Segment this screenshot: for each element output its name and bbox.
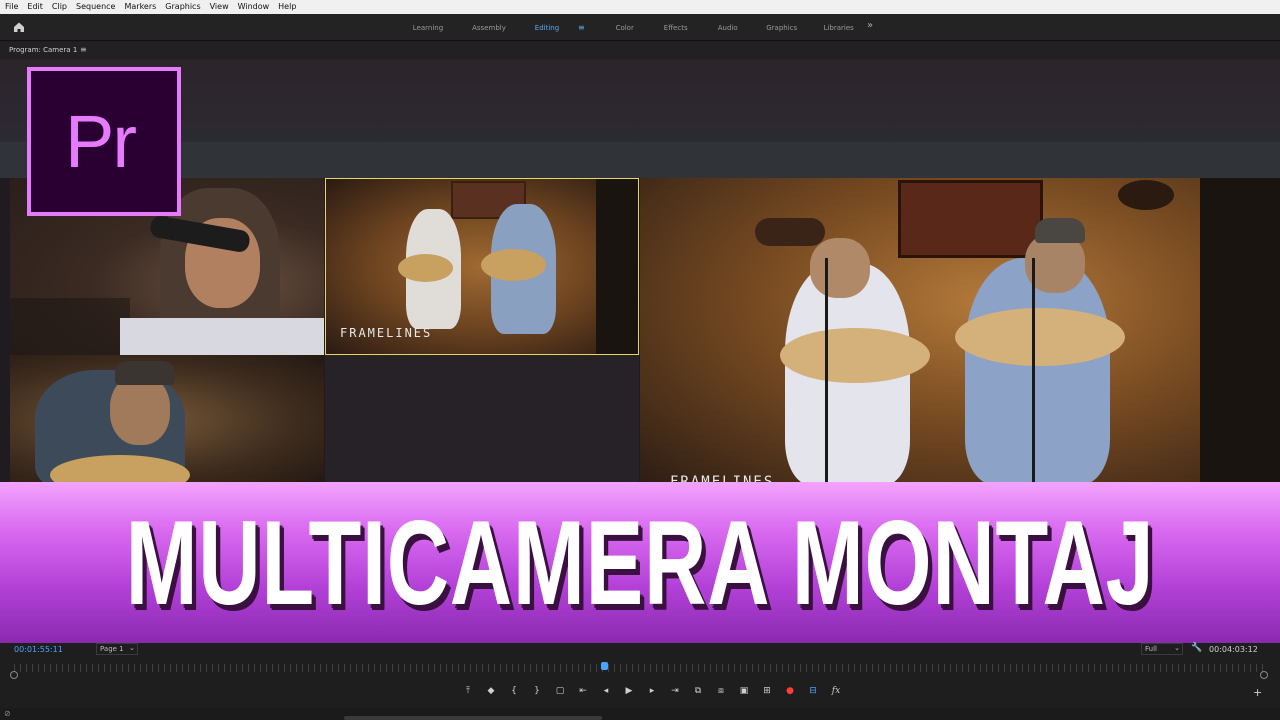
- guitar-1: [780, 328, 930, 383]
- tab-libraries[interactable]: Libraries: [809, 24, 869, 32]
- menu-item-clip[interactable]: Clip: [52, 0, 67, 14]
- menu-bar: File Edit Clip Sequence Markers Graphics View W…: [0, 0, 1280, 14]
- wall-picture: [898, 180, 1043, 258]
- camera-3-preview[interactable]: [10, 355, 324, 485]
- home-icon[interactable]: [12, 20, 26, 34]
- mic-stand: [825, 258, 828, 485]
- guitar-2: [481, 249, 546, 281]
- tab-assembly[interactable]: Assembly: [456, 24, 522, 32]
- framelines-watermark: FRAMELINES: [340, 326, 433, 340]
- mic-stand: [1032, 258, 1035, 485]
- overwrite-icon[interactable]: ⧈: [715, 685, 727, 697]
- settings-wrench-icon[interactable]: 🔧: [1191, 643, 1202, 653]
- mark-in-icon[interactable]: {: [508, 685, 520, 697]
- menu-item-view[interactable]: View: [210, 0, 229, 14]
- button-editor-icon[interactable]: ⊞: [761, 685, 773, 697]
- go-to-out-icon[interactable]: ⇥: [669, 685, 681, 697]
- panel-title[interactable]: Program: Camera 1: [9, 46, 77, 54]
- wall-sign: [755, 218, 825, 246]
- status-bar: ⊘: [0, 708, 1280, 720]
- shelf: [1200, 178, 1280, 485]
- guitarist-1-face: [810, 238, 870, 298]
- lift-icon[interactable]: ⤒: [462, 685, 474, 697]
- chevron-down-icon: ⌄: [129, 644, 135, 652]
- tab-graphics[interactable]: Graphics: [755, 24, 809, 32]
- camera-4-empty[interactable]: [325, 355, 639, 485]
- resolution-select-value: Full: [1145, 645, 1157, 653]
- workspace-bar: Learning Assembly Editing ≡ Color Effects Audi…: [0, 14, 1280, 41]
- page-select-value: Page 1: [100, 645, 124, 653]
- shelf: [596, 179, 638, 354]
- mark-out-icon[interactable]: }: [531, 685, 543, 697]
- chevron-down-icon: ⌄: [1174, 644, 1180, 652]
- guitarist-2: [965, 258, 1110, 485]
- panel-menu-icon[interactable]: ≡: [80, 45, 87, 54]
- title-banner: MULTICAMERA MONTAJ: [0, 482, 1280, 643]
- menu-item-edit[interactable]: Edit: [27, 0, 43, 14]
- cap: [1035, 218, 1085, 243]
- zoom-handle-left[interactable]: [10, 671, 18, 679]
- tab-audio[interactable]: Audio: [701, 24, 755, 32]
- menu-item-graphics[interactable]: Graphics: [165, 0, 200, 14]
- duration-timecode: 00:04:03:12: [1209, 645, 1258, 654]
- transport-button-row: ⤒ ◆ {} ▢ ⇤ ◂ ▶ ▸ ⇥ ⧉ ⧈ ▣ ⊞ ● ⊟ fx: [462, 685, 853, 697]
- workspace-tabs: Learning Assembly Editing ≡ Color Effects Audi…: [400, 14, 869, 41]
- menu-item-markers[interactable]: Markers: [124, 0, 156, 14]
- fx-icon[interactable]: fx: [830, 685, 842, 697]
- tab-editing[interactable]: Editing: [522, 24, 572, 32]
- panel-header: Program: Camera 1 ≡: [0, 42, 1280, 60]
- menu-item-file[interactable]: File: [5, 0, 18, 14]
- step-back-icon[interactable]: ◂: [600, 685, 612, 697]
- viewer-strip: [0, 142, 1280, 178]
- time-ruler[interactable]: [14, 664, 1266, 672]
- camera-2-preview-active[interactable]: FRAMELINES: [325, 178, 639, 355]
- program-output[interactable]: FRAMELINES: [640, 178, 1280, 485]
- vr-video-icon[interactable]: ⊟: [807, 685, 819, 697]
- export-frame-icon[interactable]: ▣: [738, 685, 750, 697]
- banner-title: MULTICAMERA MONTAJ: [125, 495, 1155, 630]
- shelf: [10, 298, 130, 355]
- status-icon: ⊘: [4, 709, 11, 718]
- viewer-letterbox: [0, 60, 1280, 142]
- add-button-icon[interactable]: +: [1253, 686, 1262, 699]
- shirt: [120, 318, 324, 355]
- marker-icon[interactable]: ◆: [485, 685, 497, 697]
- menu-item-help[interactable]: Help: [278, 0, 296, 14]
- playhead-timecode[interactable]: 00:01:55:11: [14, 645, 63, 654]
- page-select[interactable]: Page 1 ⌄: [96, 643, 138, 655]
- resolution-select[interactable]: Full ⌄: [1141, 643, 1183, 655]
- safe-margins-icon[interactable]: ▢: [554, 685, 566, 697]
- logo-text: Pr: [65, 100, 137, 183]
- play-icon[interactable]: ▶: [623, 685, 635, 697]
- more-workspaces-icon[interactable]: »: [867, 20, 873, 31]
- premiere-pro-logo: Pr: [27, 67, 181, 216]
- step-forward-icon[interactable]: ▸: [646, 685, 658, 697]
- hamburger-icon[interactable]: ≡: [578, 23, 585, 32]
- tab-color[interactable]: Color: [599, 24, 651, 32]
- guitar-2: [955, 308, 1125, 366]
- zoom-handle-right[interactable]: [1260, 671, 1268, 679]
- cap: [115, 361, 175, 385]
- menu-item-window[interactable]: Window: [238, 0, 270, 14]
- guitarist-face: [110, 375, 170, 445]
- wall-clock: [1118, 180, 1174, 210]
- transport-controls: 00:01:55:11 Page 1 ⌄ Full ⌄ 🔧 00:04:03:1…: [0, 643, 1280, 720]
- go-to-in-icon[interactable]: ⇤: [577, 685, 589, 697]
- playhead-handle[interactable]: [601, 662, 608, 670]
- record-icon[interactable]: ●: [784, 685, 796, 697]
- tab-learning[interactable]: Learning: [400, 24, 456, 32]
- tab-effects[interactable]: Effects: [651, 24, 701, 32]
- insert-icon[interactable]: ⧉: [692, 685, 704, 697]
- guitar-1: [398, 254, 453, 282]
- horizontal-scrollbar[interactable]: [344, 716, 602, 720]
- menu-item-sequence[interactable]: Sequence: [76, 0, 115, 14]
